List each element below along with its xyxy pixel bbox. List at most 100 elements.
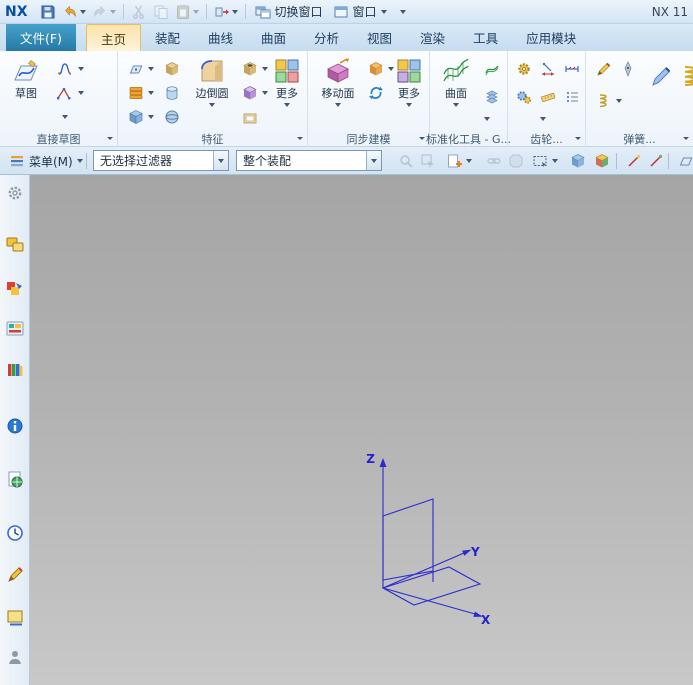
select-by-type-button[interactable] [418,151,438,171]
replace-face-button[interactable] [366,83,386,103]
chain-select-button[interactable] [484,151,504,171]
hole-button[interactable] [240,59,260,79]
selection-scope-dropdown-button[interactable] [366,151,381,170]
studio-spline-button[interactable] [54,59,74,79]
spring-coil-button[interactable] [594,91,614,111]
stop-selection-button[interactable] [506,151,526,171]
extrude-button[interactable] [162,59,182,79]
revolve-button[interactable] [162,83,182,103]
unite-button[interactable] [126,107,146,127]
dimension-tool-button[interactable] [538,59,558,79]
group-caption-feature[interactable]: 特征 [118,132,307,146]
cut-button[interactable] [129,2,149,22]
menu-button[interactable]: 菜单(M) [4,150,88,172]
group-caption-spring[interactable]: 弹簧... [586,132,693,146]
resource-options-button[interactable] [5,183,25,203]
surface-more-caret[interactable] [482,109,492,129]
list-tool-button[interactable] [562,87,582,107]
pattern-feature-caret[interactable] [146,83,156,103]
tab-home[interactable]: 主页 [85,24,141,51]
window-menu-button[interactable]: 窗口 [329,2,391,22]
create-group-caret[interactable] [464,151,474,171]
tab-assemblies[interactable]: 装配 [141,24,194,51]
tab-file[interactable]: 文件(F) [6,24,76,51]
marquee-select-button[interactable] [530,151,550,171]
tab-tools[interactable]: 工具 [459,24,512,51]
spline-dropdown-caret[interactable] [76,59,86,79]
pen-nib-button[interactable] [618,59,638,79]
create-group-button[interactable] [444,151,464,171]
redo-button[interactable] [90,2,118,22]
graphics-viewport[interactable]: Z Y X [30,175,693,685]
assembly-navigator-button[interactable] [5,235,25,255]
edge-style-button[interactable] [646,151,666,171]
measure-tool-button[interactable] [562,59,582,79]
move-face-button[interactable]: 移动面 [314,55,362,107]
shaded-view-button[interactable] [568,151,588,171]
constraint-navigator-button[interactable] [5,280,25,300]
tab-curve[interactable]: 曲线 [194,24,247,51]
group-caption-standard-tools[interactable]: 标准化工具 - G... [426,132,511,146]
unite-icon [129,110,143,124]
unite-caret[interactable] [146,107,156,127]
history-button[interactable] [5,523,25,543]
hd3d-tools-button[interactable] [5,416,25,436]
pattern-feature-button[interactable] [126,83,146,103]
sketch-more-caret[interactable] [60,107,70,127]
customize-quick-access-button[interactable] [393,2,413,22]
datum-plane-caret[interactable] [146,59,156,79]
blue-pen-button[interactable] [648,63,674,89]
blue-pen-icon [652,67,671,86]
chamfer-button[interactable] [240,83,260,103]
spring-wizard-button[interactable] [678,63,693,89]
tab-surface[interactable]: 曲面 [247,24,300,51]
switch-window-button[interactable]: 切换窗口 [251,2,327,22]
design-pencil-button[interactable] [594,59,614,79]
profile-button[interactable] [54,83,74,103]
selection-filter-dropdown-button[interactable] [213,151,228,170]
extra-tool-button[interactable] [676,151,693,171]
sphere-button[interactable] [162,107,182,127]
manufacturing-wizard-button[interactable] [5,608,25,628]
tab-render[interactable]: 渲染 [406,24,459,51]
edge-blend-button[interactable]: 边倒圆 [188,55,236,107]
paste-button[interactable] [173,2,201,22]
history-clock-icon [7,525,23,541]
ruler-tool-button[interactable] [538,87,558,107]
selection-filter-combo[interactable]: 无选择过滤器 [93,150,229,171]
profile-dropdown-caret[interactable] [76,83,86,103]
tab-application[interactable]: 应用模块 [512,24,590,51]
orient-view-button[interactable] [592,151,612,171]
tab-analysis[interactable]: 分析 [300,24,353,51]
marquee-select-caret[interactable] [550,151,560,171]
selection-scope-combo[interactable]: 整个装配 [236,150,382,171]
repeat-command-button[interactable] [212,2,240,22]
sketch-button[interactable]: 草图 [4,55,48,100]
gear-modeling-button[interactable] [514,59,534,79]
swept-button[interactable] [482,59,502,79]
spring-coil-caret[interactable] [614,91,624,111]
group-caption-direct-sketch[interactable]: 直接草图 [0,132,117,146]
copy-button[interactable] [151,2,171,22]
part-navigator-button[interactable] [5,319,25,339]
shell-button[interactable] [240,107,260,127]
tab-view[interactable]: 视图 [353,24,406,51]
save-button[interactable] [38,2,58,22]
find-in-navigator-button[interactable] [396,151,416,171]
surface-button[interactable]: 曲面 [434,55,478,107]
gear-more-caret[interactable] [538,109,548,129]
highlight-edges-button[interactable] [624,151,644,171]
offset-region-button[interactable] [366,59,386,79]
roles-button[interactable] [5,648,25,668]
reuse-library-button[interactable] [5,360,25,380]
group-caption-synchronous[interactable]: 同步建模 [308,132,429,146]
web-browser-button[interactable] [5,470,25,490]
datum-plane-button[interactable] [126,59,146,79]
process-studio-button[interactable] [5,565,25,585]
undo-button[interactable] [60,2,88,22]
group-caption-gear[interactable]: 齿轮... [508,132,585,146]
through-curves-button[interactable] [482,87,502,107]
feature-more-button[interactable]: 更多 [268,55,306,107]
synchronous-more-button[interactable]: 更多 [392,55,426,107]
gear-pair-button[interactable] [514,87,534,107]
